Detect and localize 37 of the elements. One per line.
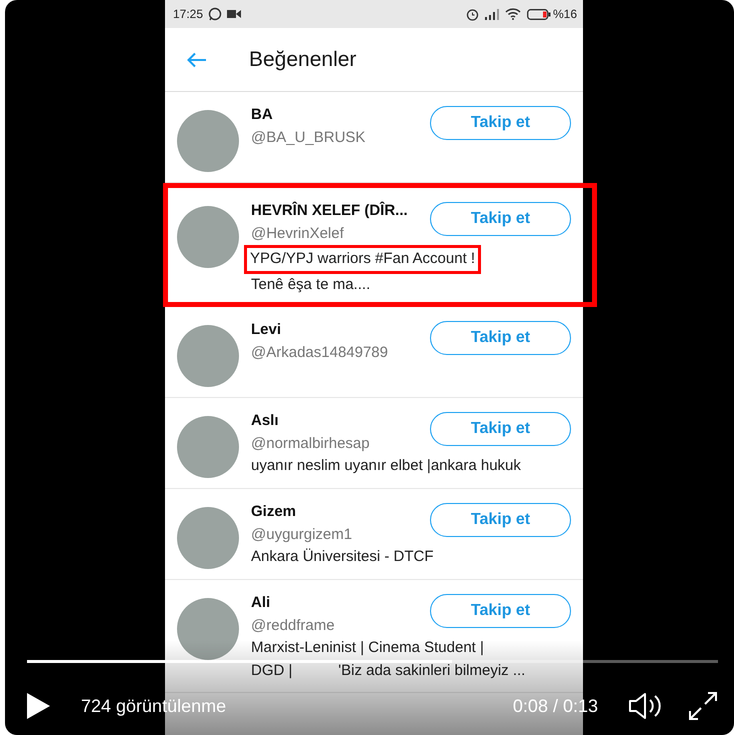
status-time: 17:25 [173, 6, 204, 23]
user-name: BA [251, 105, 274, 125]
alarm-clock-icon [466, 8, 479, 20]
user-handle: @Arkadas14849789 [251, 342, 389, 362]
signal-icon [484, 8, 499, 20]
user-bio: Ankara Üniversitesi - DTCF [251, 547, 434, 567]
follow-button[interactable]: Takip et [430, 202, 571, 236]
user-bio: Tenê êşa te ma.... [251, 274, 372, 294]
follow-button[interactable]: Takip et [430, 321, 571, 355]
fullscreen-icon[interactable] [688, 691, 718, 721]
wifi-icon [504, 8, 521, 20]
user-handle: @HevrinXelef [251, 224, 345, 244]
play-icon[interactable] [25, 692, 51, 720]
progress-track[interactable] [27, 660, 718, 663]
follow-button[interactable]: Takip et [430, 594, 571, 628]
follow-button[interactable]: Takip et [430, 106, 571, 140]
page-title: Beğenenler [249, 46, 356, 72]
user-name: Aslı [251, 411, 280, 431]
user-name: Gizem [251, 502, 298, 522]
user-handle: @reddframe [251, 616, 336, 636]
chat-bubble-icon [208, 7, 222, 21]
user-bio: Marxist-Leninist | Cinema Student | [251, 638, 484, 658]
user-name: Ali [251, 593, 272, 613]
user-bio: DGD | 'Biz ada sakinleri bilmeyiz ... [251, 660, 526, 680]
user-bio: uyanır neslim uyanır elbet |ankara hukuk [251, 456, 521, 476]
battery-percent: %16 [552, 6, 577, 23]
follow-button[interactable]: Takip et [430, 503, 571, 537]
follow-button[interactable]: Takip et [430, 412, 571, 446]
back-arrow-icon[interactable] [187, 52, 207, 68]
user-handle: @BA_U_BRUSK [251, 128, 366, 148]
video-camera-icon [227, 9, 242, 19]
user-handle: @normalbirhesap [251, 434, 371, 454]
user-handle: @uygurgizem1 [251, 524, 354, 544]
battery-icon [526, 8, 551, 20]
highlighted-bio: YPG/YPJ warriors #Fan Account ! [244, 245, 482, 274]
user-name: Levi [251, 320, 282, 340]
user-name: HEVRÎN XELEF (DÎR... [251, 200, 409, 221]
